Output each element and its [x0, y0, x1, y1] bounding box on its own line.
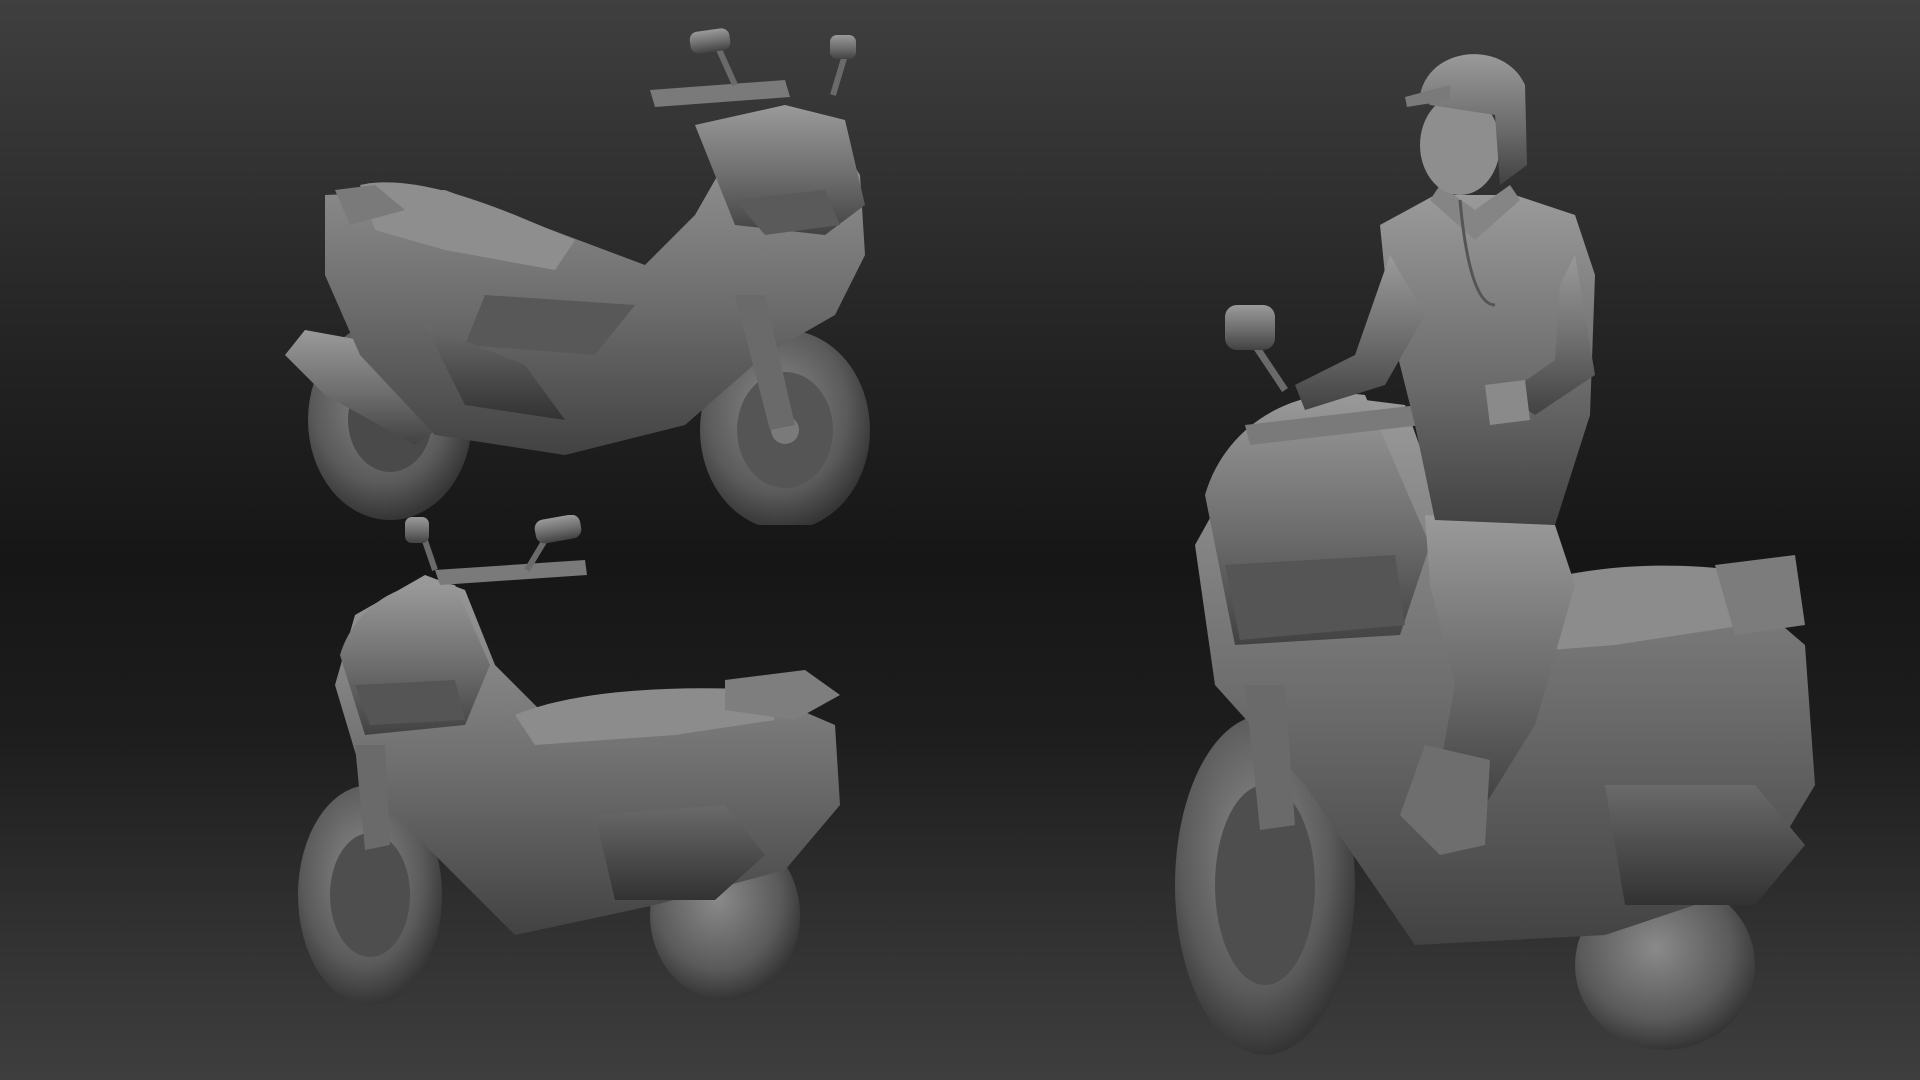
left-mirror: [1225, 305, 1275, 350]
handlebar: [650, 80, 790, 107]
left-mirror: [689, 28, 731, 54]
rider-hand: [1485, 380, 1530, 425]
headlight: [355, 680, 465, 725]
scooter-front-icon: [298, 515, 840, 1005]
right-mirror: [830, 35, 856, 59]
front-wheel-hub: [330, 833, 410, 957]
left-mirror-stem: [714, 43, 738, 87]
right-mirror-stem: [830, 54, 848, 96]
rider-on-scooter-model: [1175, 54, 1815, 1055]
scooter-model-side-view: [285, 28, 870, 525]
zbrush-viewport[interactable]: [0, 0, 1920, 1080]
left-mirror: [405, 517, 429, 543]
scooter-model-front-view: [298, 515, 840, 1005]
scooter-side-icon: [285, 28, 870, 525]
left-mirror-stem: [1252, 343, 1288, 392]
right-mirror: [534, 515, 582, 544]
headlight: [1225, 555, 1405, 640]
handlebar: [435, 560, 587, 585]
rider-on-scooter-icon: [1175, 54, 1815, 1055]
